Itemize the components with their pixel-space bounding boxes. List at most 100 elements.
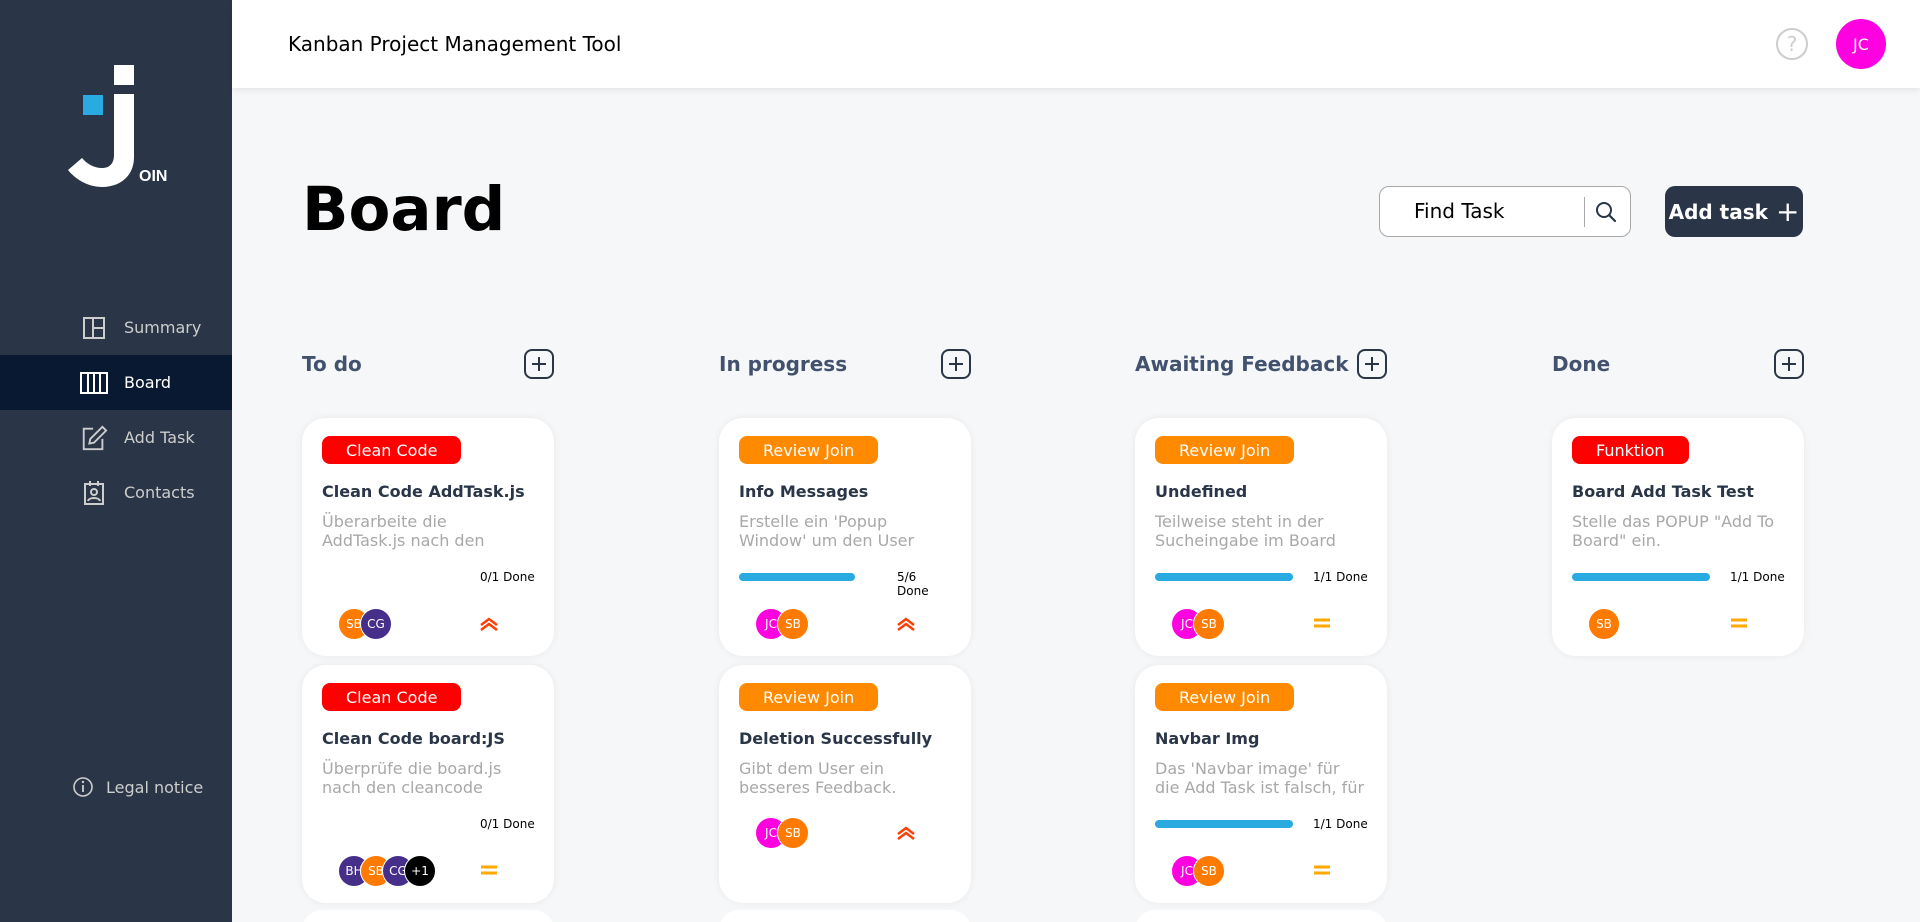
task-card[interactable]: Review Join Undefined Teilweise steht in… [1135,418,1387,656]
avatar: SB [1193,855,1225,887]
contacts-icon [80,479,108,507]
task-card-partial[interactable] [302,910,554,922]
sidebar-item-summary[interactable]: Summary [0,300,232,355]
join-logo-icon: OIN [68,65,167,187]
help-button[interactable]: ? [1776,28,1808,60]
category-tag: Clean Code [322,683,462,711]
subtask-count: 5/6 Done [897,570,929,598]
task-card[interactable]: Clean Code Clean Code AddTask.js Überarb… [302,418,554,656]
task-card[interactable]: Funktion Board Add Task Test Stelle das … [1552,418,1804,656]
task-card-partial[interactable] [1135,910,1387,922]
add-task-label: Add task [1668,199,1768,224]
column-header-awaiting-feedback: Awaiting Feedback [1135,349,1387,379]
top-header: Kanban Project Management Tool ? JC [232,0,1920,88]
task-card[interactable]: Clean Code Clean Code board:JS Überprüfe… [302,665,554,903]
assignees: BH SB CG +1 [338,855,436,887]
category-tag: Review Join [1155,683,1295,711]
subtask-count: 1/1 Done [1730,570,1785,584]
priority-urgent-icon [897,826,915,840]
legal-notice-label: Legal notice [106,777,204,797]
card-description: Erstelle ein 'Popup Window' um den User [739,512,915,550]
subtask-progress-bar [1155,573,1293,581]
category-tag: Clean Code [322,436,462,464]
task-card[interactable]: Review Join Info Messages Erstelle ein '… [719,418,971,656]
task-card[interactable]: Review Join Deletion Successfully Gibt d… [719,665,971,903]
card-description: Das 'Navbar image' für die Add Task ist … [1155,759,1365,797]
legal-notice-link[interactable]: Legal notice [72,776,203,798]
card-title: Navbar Img [1155,729,1260,748]
header-title: Kanban Project Management Tool [288,32,622,56]
add-to-column-button[interactable] [1774,349,1804,379]
card-description: Gibt dem User ein besseres Feedback. [739,759,897,797]
column-title: In progress [719,352,848,376]
progress-fill [1155,820,1293,828]
add-to-column-button[interactable] [1357,349,1387,379]
assignees: SB CG [338,608,392,640]
card-description: Stelle das POPUP "Add To Board" ein. [1572,512,1775,550]
category-tag: Funktion [1572,436,1689,464]
add-task-button[interactable]: Add task + [1665,186,1803,237]
summary-icon [80,314,108,342]
card-description: Überprüfe die board.js nach den cleancod… [322,759,502,797]
card-description: Teilweise steht in der Sucheingabe im Bo… [1155,512,1336,550]
subtask-count: 1/1 Done [1313,817,1368,831]
sidebar-item-add-task[interactable]: Add Task [0,410,232,465]
column-header-in-progress: In progress [719,349,971,379]
plus-icon: + [1775,194,1800,228]
logo-text: OIN [139,168,167,185]
page-title: Board [302,174,506,245]
search-divider [1584,197,1585,227]
sidebar-item-label: Summary [124,318,202,337]
board-icon [80,369,108,397]
progress-fill [1155,573,1293,581]
join-logo[interactable]: OIN [64,62,174,192]
sidebar-item-board[interactable]: Board [0,355,232,410]
avatar: CG [360,608,392,640]
plus-icon [949,357,963,371]
assignees: JC SB [1171,608,1225,640]
avatar: SB [1193,608,1225,640]
column-header-done: Done [1552,349,1804,379]
avatar: SB [777,817,809,849]
card-title: Deletion Successfully [739,729,933,748]
category-tag: Review Join [1155,436,1295,464]
plus-icon [1365,357,1379,371]
sidebar: OIN Summary Board Add Task Contacts Lega… [0,0,232,922]
category-tag: Review Join [739,436,879,464]
search-input[interactable] [1414,199,1584,223]
subtask-progress-bar [1572,573,1710,581]
sidebar-item-label: Add Task [124,428,195,447]
sidebar-item-label: Contacts [124,483,195,502]
priority-medium-icon [481,865,497,875]
search-icon[interactable] [1594,200,1618,224]
card-description: Überarbeite die AddTask.js nach den Clea… [322,512,485,550]
category-tag: Review Join [739,683,879,711]
add-task-icon [80,424,108,452]
add-to-column-button[interactable] [524,349,554,379]
user-avatar[interactable]: JC [1836,19,1886,69]
card-title: Clean Code board:JS [322,729,505,748]
card-title: Undefined [1155,482,1248,501]
plus-icon [1782,357,1796,371]
priority-urgent-icon [480,617,498,631]
task-card-partial[interactable] [719,910,971,922]
task-card[interactable]: Review Join Navbar Img Das 'Navbar image… [1135,665,1387,903]
card-title: Clean Code AddTask.js [322,482,525,501]
column-title: Done [1552,352,1611,376]
sidebar-item-contacts[interactable]: Contacts [0,465,232,520]
column-header-todo: To do [302,349,554,379]
assignees: SB [1588,608,1620,640]
priority-medium-icon [1314,865,1330,875]
sidebar-item-label: Board [124,373,172,392]
card-title: Board Add Task Test [1572,482,1754,501]
avatar-more: +1 [404,855,436,887]
column-title: To do [302,352,362,376]
add-to-column-button[interactable] [941,349,971,379]
progress-fill [1572,573,1710,581]
subtask-count: 0/1 Done [480,817,535,831]
column-title: Awaiting Feedback [1135,352,1349,376]
card-title: Info Messages [739,482,869,501]
info-icon [73,777,93,797]
subtask-progress-bar [739,573,855,581]
search-box [1379,186,1631,237]
